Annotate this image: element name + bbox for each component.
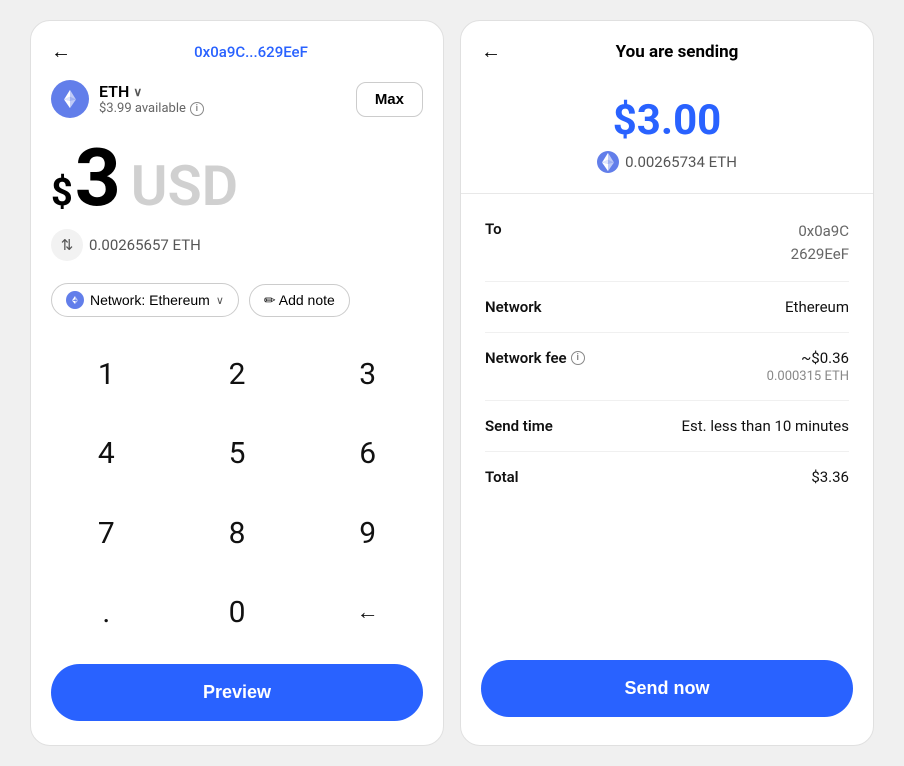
token-available-balance: $3.99 available i: [99, 101, 204, 116]
amount-currency: USD: [131, 153, 238, 219]
left-header: ← 0x0a9C...629EeF: [31, 21, 443, 74]
to-row: To 0x0a9C 2629EeF: [485, 204, 849, 282]
send-usd-amount: $3.00: [613, 96, 722, 145]
token-name: ETH ∨: [99, 82, 204, 101]
right-title: You are sending: [501, 42, 853, 62]
total-row: Total $3.36: [485, 452, 849, 502]
numpad-key-6[interactable]: 6: [302, 414, 433, 493]
to-label: To: [485, 220, 502, 238]
right-header: ← You are sending: [461, 21, 873, 80]
numpad-row-4: . 0 ←: [41, 573, 433, 652]
numpad-key-0[interactable]: 0: [172, 573, 303, 652]
fee-label: Network fee: [485, 349, 567, 367]
network-detail-row: Network Ethereum: [485, 282, 849, 333]
eth-equivalent-value: 0.00265657 ETH: [89, 236, 201, 254]
eth-equivalent-row: ⇅ 0.00265657 ETH: [31, 223, 443, 275]
right-back-button[interactable]: ←: [481, 39, 501, 64]
total-value: $3.36: [811, 468, 849, 486]
left-back-button[interactable]: ←: [51, 39, 71, 64]
network-row: Network: Ethereum ∨ ✏ Add note: [31, 275, 443, 331]
network-eth-icon: [66, 291, 84, 309]
info-icon[interactable]: i: [190, 102, 204, 116]
add-note-button[interactable]: ✏ Add note: [249, 284, 350, 317]
send-now-button[interactable]: Send now: [481, 660, 853, 717]
numpad-key-1[interactable]: 1: [41, 335, 172, 414]
numpad-key-2[interactable]: 2: [172, 335, 303, 414]
wallet-address[interactable]: 0x0a9C...629EeF: [79, 43, 423, 61]
fee-value-col: ~$0.36 0.000315 ETH: [767, 349, 849, 384]
send-time-row: Send time Est. less than 10 minutes: [485, 401, 849, 452]
send-eth-row: 0.00265734 ETH: [597, 151, 737, 173]
numpad-key-8[interactable]: 8: [172, 494, 303, 573]
network-selector-button[interactable]: Network: Ethereum ∨: [51, 283, 239, 317]
fee-info-icon[interactable]: i: [571, 351, 585, 365]
numpad-key-7[interactable]: 7: [41, 494, 172, 573]
network-detail-label: Network: [485, 298, 542, 316]
token-chevron-icon: ∨: [133, 85, 142, 99]
numpad-row-2: 4 5 6: [41, 414, 433, 493]
amount-display: $ 3 USD: [31, 128, 443, 223]
send-time-label: Send time: [485, 417, 553, 435]
network-chevron-icon: ∨: [216, 294, 224, 307]
network-label: Network: Ethereum: [90, 292, 210, 308]
send-time-value: Est. less than 10 minutes: [681, 417, 849, 435]
numpad-key-5[interactable]: 5: [172, 414, 303, 493]
send-amount-section: $3.00 0.00265734 ETH: [461, 80, 873, 194]
network-detail-value: Ethereum: [785, 298, 849, 316]
token-row: ETH ∨ $3.99 available i Max: [31, 74, 443, 128]
fee-eth-value: 0.000315 ETH: [767, 369, 849, 384]
preview-button[interactable]: Preview: [51, 664, 423, 721]
numpad-row-3: 7 8 9: [41, 494, 433, 573]
to-address: 0x0a9C 2629EeF: [791, 220, 849, 265]
details-section: To 0x0a9C 2629EeF Network Ethereum Netwo…: [461, 194, 873, 644]
fee-usd-value: ~$0.36: [767, 349, 849, 367]
dollar-sign: $: [51, 171, 73, 215]
numpad: 1 2 3 4 5 6 7 8 9 . 0 ←: [31, 331, 443, 652]
total-label: Total: [485, 468, 519, 486]
eth-send-icon: [597, 151, 619, 173]
token-label: ETH ∨ $3.99 available i: [99, 82, 204, 116]
amount-number: 3: [75, 138, 121, 218]
numpad-backspace-button[interactable]: ←: [302, 573, 433, 652]
numpad-key-4[interactable]: 4: [41, 414, 172, 493]
left-panel: ← 0x0a9C...629EeF ETH: [30, 20, 444, 746]
numpad-key-9[interactable]: 9: [302, 494, 433, 573]
to-address-line1: 0x0a9C: [791, 220, 849, 243]
max-button[interactable]: Max: [356, 82, 423, 117]
send-eth-amount: 0.00265734 ETH: [625, 153, 737, 171]
numpad-key-decimal[interactable]: .: [41, 573, 172, 652]
numpad-row-1: 1 2 3: [41, 335, 433, 414]
swap-currency-button[interactable]: ⇅: [51, 229, 83, 261]
fee-label-row: Network fee i: [485, 349, 585, 367]
fee-row: Network fee i ~$0.36 0.000315 ETH: [485, 333, 849, 401]
eth-logo-icon: [51, 80, 89, 118]
token-info[interactable]: ETH ∨ $3.99 available i: [51, 80, 204, 118]
numpad-key-3[interactable]: 3: [302, 335, 433, 414]
right-panel: ← You are sending $3.00 0.00265734 ETH: [460, 20, 874, 746]
to-address-line2: 2629EeF: [791, 243, 849, 266]
